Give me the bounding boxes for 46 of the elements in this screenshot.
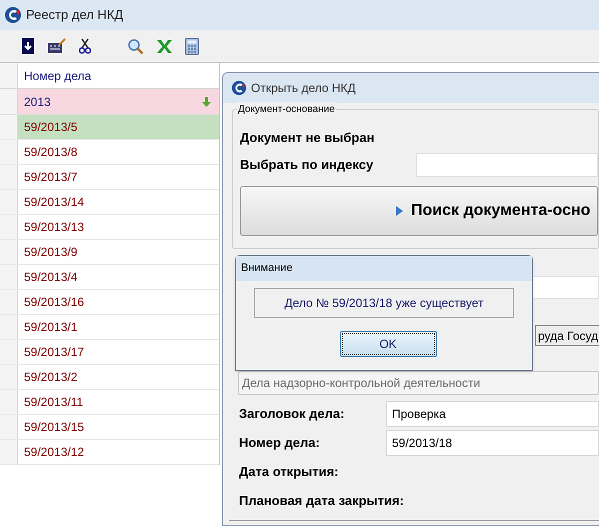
field-label: Плановая дата закрытия: [239,492,404,510]
row-indicator[interactable] [0,140,18,164]
table-row[interactable]: 59/2013/5 [18,115,219,139]
row-indicator[interactable] [0,415,18,439]
row-indicator[interactable] [0,115,18,139]
search-icon[interactable] [127,38,144,54]
row-indicator[interactable] [0,340,18,364]
app-logo-icon [4,6,22,24]
download-icon[interactable] [21,38,35,54]
scissors-icon[interactable] [79,38,91,54]
field-label: Заголовок дела: [239,404,346,422]
input-field[interactable]: 59/2013/18 [386,430,599,456]
column-header[interactable]: Номер дела [18,63,92,88]
sort-arrow-icon [202,96,211,106]
ok-button[interactable]: OK [340,331,436,357]
partial-button[interactable]: руда Госуд [535,325,599,346]
row-indicator[interactable] [0,215,18,239]
spreadsheet-icon[interactable] [156,38,173,54]
index-input-field[interactable] [416,153,598,177]
field-label: Номер дела: [239,434,321,452]
alert-title: Внимание [241,261,293,276]
edit-icon[interactable] [47,38,67,54]
row-indicator[interactable] [0,240,18,264]
play-arrow-icon [396,206,403,216]
row-indicator[interactable] [0,290,18,314]
row-indicator[interactable] [0,390,18,414]
row-indicator[interactable] [0,440,18,464]
row-indicator[interactable] [0,89,18,114]
input-field[interactable]: Проверка [386,400,599,426]
window-title: Реестр дел НКД [26,6,124,24]
group-row[interactable]: 2013 [18,89,219,114]
group-title: Документ-основание [237,102,336,117]
field-label: Дата открытия: [239,462,340,480]
row-indicator[interactable] [0,365,18,389]
search-document-button[interactable]: Поиск документа-осно [240,186,598,236]
row-indicator[interactable] [0,190,18,214]
document-status: Документ не выбран [240,129,376,148]
category-field[interactable]: Дела надзорно-контрольной деятельности [238,371,599,395]
alert-message: Дело № 59/2013/18 уже существует [254,288,514,318]
row-indicator[interactable] [0,165,18,189]
row-indicator[interactable] [0,265,18,289]
app-logo-icon [231,80,247,96]
row-indicator[interactable] [0,315,18,339]
field-label: Выбрать по индексу [240,156,374,174]
dialog-title: Открыть дело НКД [251,80,356,97]
calculator-icon[interactable] [185,38,199,54]
